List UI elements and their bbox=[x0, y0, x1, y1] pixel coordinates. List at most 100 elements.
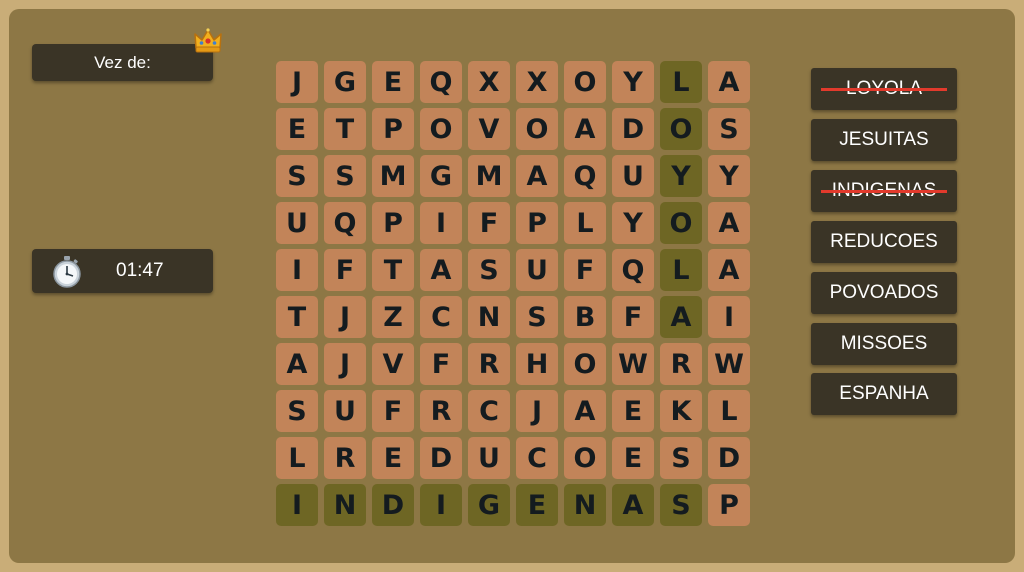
grid-cell[interactable]: F bbox=[324, 249, 366, 291]
grid-cell[interactable]: S bbox=[276, 155, 318, 197]
grid-cell[interactable]: U bbox=[276, 202, 318, 244]
grid-cell[interactable]: Y bbox=[660, 155, 702, 197]
grid-cell[interactable]: G bbox=[420, 155, 462, 197]
grid-cell[interactable]: I bbox=[420, 484, 462, 526]
grid-cell[interactable]: A bbox=[660, 296, 702, 338]
grid-cell[interactable]: U bbox=[324, 390, 366, 432]
grid-cell[interactable]: A bbox=[708, 249, 750, 291]
grid-cell[interactable]: A bbox=[276, 343, 318, 385]
grid-cell[interactable]: K bbox=[660, 390, 702, 432]
grid-cell[interactable]: U bbox=[612, 155, 654, 197]
grid-cell[interactable]: E bbox=[612, 437, 654, 479]
grid-cell[interactable]: B bbox=[564, 296, 606, 338]
grid-cell[interactable]: R bbox=[660, 343, 702, 385]
grid-cell[interactable]: P bbox=[708, 484, 750, 526]
grid-cell[interactable]: S bbox=[516, 296, 558, 338]
grid-cell[interactable]: J bbox=[324, 296, 366, 338]
grid-cell[interactable]: N bbox=[468, 296, 510, 338]
grid-cell[interactable]: Y bbox=[612, 61, 654, 103]
grid-cell[interactable]: L bbox=[564, 202, 606, 244]
grid-cell[interactable]: L bbox=[660, 61, 702, 103]
grid-cell[interactable]: X bbox=[468, 61, 510, 103]
grid-cell[interactable]: F bbox=[420, 343, 462, 385]
grid-cell[interactable]: S bbox=[468, 249, 510, 291]
grid-cell[interactable]: T bbox=[276, 296, 318, 338]
grid-cell[interactable]: U bbox=[516, 249, 558, 291]
grid-cell[interactable]: R bbox=[324, 437, 366, 479]
grid-cell[interactable]: E bbox=[372, 61, 414, 103]
grid-cell[interactable]: E bbox=[276, 108, 318, 150]
grid-cell[interactable]: W bbox=[708, 343, 750, 385]
grid-cell[interactable]: U bbox=[468, 437, 510, 479]
grid-cell[interactable]: H bbox=[516, 343, 558, 385]
grid-cell[interactable]: O bbox=[420, 108, 462, 150]
grid-cell[interactable]: N bbox=[324, 484, 366, 526]
grid-cell[interactable]: D bbox=[420, 437, 462, 479]
grid-cell[interactable]: I bbox=[420, 202, 462, 244]
grid-cell[interactable]: F bbox=[372, 390, 414, 432]
grid-cell[interactable]: I bbox=[276, 484, 318, 526]
grid-cell[interactable]: I bbox=[276, 249, 318, 291]
grid-cell[interactable]: R bbox=[420, 390, 462, 432]
grid-cell[interactable]: A bbox=[708, 61, 750, 103]
grid-cell[interactable]: I bbox=[708, 296, 750, 338]
grid-cell[interactable]: T bbox=[372, 249, 414, 291]
grid-cell[interactable]: J bbox=[276, 61, 318, 103]
grid-cell[interactable]: L bbox=[708, 390, 750, 432]
grid-cell[interactable]: S bbox=[276, 390, 318, 432]
grid-cell[interactable]: O bbox=[660, 108, 702, 150]
grid-cell[interactable]: F bbox=[564, 249, 606, 291]
grid-cell[interactable]: M bbox=[372, 155, 414, 197]
grid-cell[interactable]: P bbox=[372, 108, 414, 150]
grid-cell[interactable]: V bbox=[372, 343, 414, 385]
grid-cell[interactable]: A bbox=[420, 249, 462, 291]
grid-cell[interactable]: O bbox=[660, 202, 702, 244]
grid-cell[interactable]: E bbox=[516, 484, 558, 526]
grid-cell[interactable]: C bbox=[468, 390, 510, 432]
grid-cell[interactable]: Q bbox=[564, 155, 606, 197]
grid-cell[interactable]: O bbox=[564, 343, 606, 385]
grid-cell[interactable]: E bbox=[612, 390, 654, 432]
grid-cell[interactable]: M bbox=[468, 155, 510, 197]
grid-cell[interactable]: R bbox=[468, 343, 510, 385]
grid-cell[interactable]: T bbox=[324, 108, 366, 150]
grid-cell[interactable]: E bbox=[372, 437, 414, 479]
grid-cell[interactable]: D bbox=[612, 108, 654, 150]
grid-cell[interactable]: Q bbox=[612, 249, 654, 291]
grid-cell[interactable]: J bbox=[516, 390, 558, 432]
grid-cell[interactable]: Q bbox=[324, 202, 366, 244]
grid-cell[interactable]: S bbox=[708, 108, 750, 150]
grid-cell[interactable]: Q bbox=[420, 61, 462, 103]
grid-cell[interactable]: S bbox=[324, 155, 366, 197]
grid-cell[interactable]: J bbox=[324, 343, 366, 385]
grid-cell[interactable]: F bbox=[612, 296, 654, 338]
grid-cell[interactable]: P bbox=[372, 202, 414, 244]
grid-cell[interactable]: O bbox=[516, 108, 558, 150]
grid-cell[interactable]: A bbox=[708, 202, 750, 244]
grid-cell[interactable]: Z bbox=[372, 296, 414, 338]
grid-cell[interactable]: A bbox=[516, 155, 558, 197]
grid-cell[interactable]: A bbox=[612, 484, 654, 526]
grid-cell[interactable]: D bbox=[708, 437, 750, 479]
grid-cell[interactable]: C bbox=[420, 296, 462, 338]
grid-cell[interactable]: A bbox=[564, 108, 606, 150]
grid-cell[interactable]: S bbox=[660, 437, 702, 479]
grid-cell[interactable]: W bbox=[612, 343, 654, 385]
grid-cell[interactable]: P bbox=[516, 202, 558, 244]
grid-cell[interactable]: O bbox=[564, 61, 606, 103]
grid-cell[interactable]: F bbox=[468, 202, 510, 244]
grid-cell[interactable]: C bbox=[516, 437, 558, 479]
grid-cell[interactable]: Y bbox=[708, 155, 750, 197]
grid-cell[interactable]: G bbox=[324, 61, 366, 103]
grid-cell[interactable]: L bbox=[660, 249, 702, 291]
grid-cell[interactable]: D bbox=[372, 484, 414, 526]
grid-cell[interactable]: V bbox=[468, 108, 510, 150]
grid-cell[interactable]: X bbox=[516, 61, 558, 103]
grid-cell[interactable]: N bbox=[564, 484, 606, 526]
grid-cell[interactable]: L bbox=[276, 437, 318, 479]
grid-cell[interactable]: O bbox=[564, 437, 606, 479]
grid-cell[interactable]: G bbox=[468, 484, 510, 526]
grid-cell[interactable]: A bbox=[564, 390, 606, 432]
grid-cell[interactable]: S bbox=[660, 484, 702, 526]
grid-cell[interactable]: Y bbox=[612, 202, 654, 244]
